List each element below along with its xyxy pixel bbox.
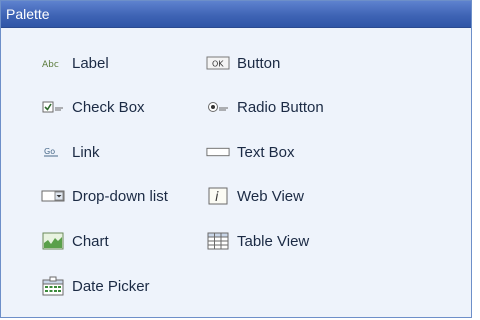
palette-item-check-box-text: Check Box: [72, 98, 145, 116]
palette-item-link[interactable]: Go Link: [41, 139, 100, 165]
textbox-icon: [206, 143, 230, 161]
palette-item-text-box[interactable]: Text Box: [206, 139, 295, 165]
palette-item-date-picker-text: Date Picker: [72, 277, 150, 295]
svg-text:Go: Go: [44, 147, 55, 156]
palette-item-label-text: Label: [72, 54, 109, 72]
date-picker-icon: [41, 276, 65, 296]
palette-item-web-view[interactable]: i Web View: [206, 183, 304, 209]
palette-item-radio-button[interactable]: Radio Button: [206, 94, 324, 120]
palette-item-button-text: Button: [237, 54, 281, 72]
palette-item-button[interactable]: OK Button: [206, 50, 280, 76]
palette-item-text-box-text: Text Box: [237, 143, 295, 161]
chart-icon: [41, 232, 65, 250]
radio-button-icon: [206, 98, 230, 116]
palette-title: Palette: [1, 1, 471, 28]
palette-item-chart[interactable]: Chart: [41, 228, 109, 254]
palette-window: Palette Abc Label OK Button Check Box Ra…: [0, 0, 472, 318]
palette-item-date-picker[interactable]: Date Picker: [41, 273, 150, 299]
palette-item-drop-down-list-text: Drop-down list: [72, 187, 168, 205]
svg-text:OK: OK: [212, 60, 224, 69]
web-view-icon: i: [206, 187, 230, 205]
table-view-icon: [206, 232, 230, 250]
link-icon: Go: [41, 143, 65, 161]
svg-text:i: i: [215, 190, 219, 205]
palette-item-label[interactable]: Abc Label: [41, 50, 109, 76]
svg-text:Abc: Abc: [42, 60, 59, 70]
palette-item-link-text: Link: [72, 143, 100, 161]
button-icon: OK: [206, 54, 230, 72]
palette-item-table-view-text: Table View: [237, 232, 310, 250]
palette-item-table-view[interactable]: Table View: [206, 228, 309, 254]
dropdown-icon: [41, 187, 65, 205]
palette-item-chart-text: Chart: [72, 232, 109, 250]
palette-item-drop-down-list[interactable]: Drop-down list: [41, 183, 168, 209]
palette-grid: Abc Label OK Button Check Box Radio Butt…: [1, 28, 471, 317]
palette-item-check-box[interactable]: Check Box: [41, 94, 145, 120]
palette-item-radio-button-text: Radio Button: [237, 98, 324, 116]
checkbox-icon: [41, 98, 65, 116]
label-icon: Abc: [41, 54, 65, 72]
palette-item-web-view-text: Web View: [237, 187, 304, 205]
